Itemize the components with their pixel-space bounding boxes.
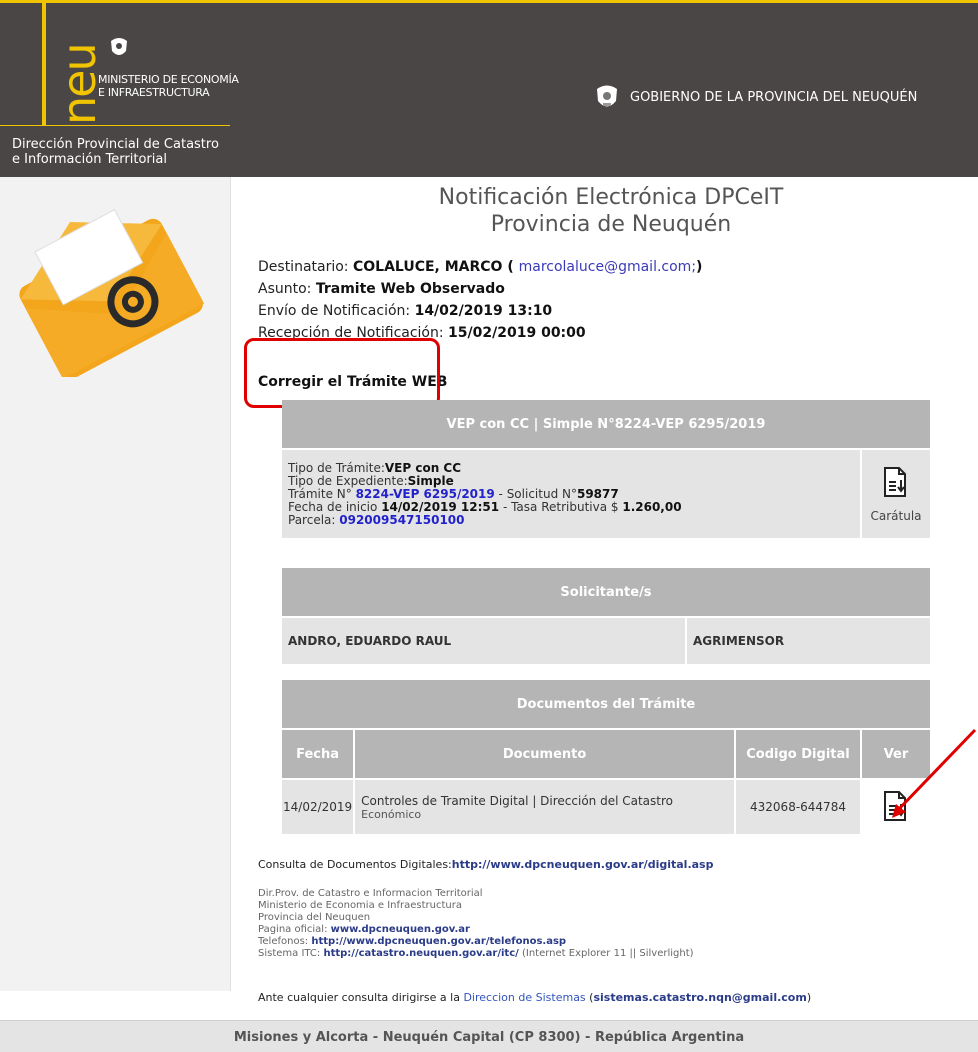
tel-link[interactable]: http://www.dpcneuquen.gov.ar/telefonos.a… xyxy=(311,936,566,947)
tasa-value: 1.260,00 xyxy=(622,499,682,514)
asunto-row: Asunto: Tramite Web Observado xyxy=(258,278,702,300)
dpc-line2: e Información Territorial xyxy=(12,152,167,167)
recepcion-value: 15/02/2019 00:00 xyxy=(448,325,586,341)
tramite-number-link[interactable]: 8224-VEP 6295/2019 xyxy=(356,487,495,501)
asunto-value: Tramite Web Observado xyxy=(315,281,505,297)
paren-close: ) xyxy=(696,259,703,275)
caratula-label: Carátula xyxy=(870,508,922,523)
fecha-label: Fecha de inicio xyxy=(288,499,382,514)
col-codigo: Codigo Digital xyxy=(736,730,860,778)
ministerio-line2: E INFRAESTRUCTURA xyxy=(98,86,210,99)
sistemas-email-link[interactable]: sistemas.catastro.nqn@gmail.com xyxy=(593,991,806,1004)
itc-label: Sistema ITC: xyxy=(258,948,324,959)
page-header: neu MINISTERIO DE ECONOMÍA E INFRAESTRUC… xyxy=(0,0,978,177)
parcela-label: Parcela: xyxy=(288,512,340,527)
ministerio-label: MINISTERIO DE ECONOMÍA E INFRAESTRUCTURA xyxy=(98,73,239,99)
destinatario-name: COLALUCE, MARCO xyxy=(352,259,503,275)
table-row: 14/02/2019 Controles de Tramite Digital … xyxy=(282,780,930,834)
solicitantes-table: Solicitante/s ANDRO, EDUARDO RAUL AGRIME… xyxy=(280,566,932,666)
tipo-exp-label: Tipo de Expediente: xyxy=(288,473,408,488)
caratula-button[interactable]: Carátula xyxy=(862,450,930,538)
ante-text: Ante cualquier consulta dirigirse a la xyxy=(258,991,464,1004)
page-title: Notificación Electrónica DPCeIT Provinci… xyxy=(246,184,976,238)
province-crest-icon xyxy=(111,38,127,55)
email-envelope-icon xyxy=(19,208,205,377)
dpc-label: Dirección Provincial de Catastro e Infor… xyxy=(12,137,219,167)
tasa-label: - Tasa Retributiva $ xyxy=(499,499,623,514)
footer-line3: Provincia del Neuquen xyxy=(258,912,371,923)
itc-note: (Internet Explorer 11 || Silverlight) xyxy=(518,948,694,959)
dpc-line1: Dirección Provincial de Catastro xyxy=(12,137,219,152)
consulta-link[interactable]: http://www.dpcneuquen.gov.ar/digital.asp xyxy=(452,858,714,871)
solicitantes-header: Solicitante/s xyxy=(282,568,930,616)
notification-meta: Destinatario: COLALUCE, MARCO ( marcolal… xyxy=(258,256,702,344)
tipo-tramite-label: Tipo de Trámite: xyxy=(288,460,385,475)
solicitud-value: 59877 xyxy=(576,486,619,501)
divider xyxy=(0,125,230,126)
pagina-label: Pagina oficial: xyxy=(258,924,331,935)
tramite-table: VEP con CC | Simple N°8224-VEP 6295/2019… xyxy=(280,398,932,540)
documentos-table: Documentos del Trámite Fecha Documento C… xyxy=(280,678,932,836)
doc-title: Controles de Tramite Digital | Dirección… xyxy=(361,793,674,808)
direccion-sistemas-link[interactable]: Direccion de Sistemas xyxy=(463,991,585,1004)
doc-ver-button[interactable] xyxy=(862,780,930,834)
gobierno-label: GOBIERNO DE LA PROVINCIA DEL NEUQUÉN xyxy=(594,83,917,111)
destinatario-row: Destinatario: COLALUCE, MARCO ( marcolal… xyxy=(258,256,702,278)
neu-logo: neu xyxy=(52,7,106,125)
destinatario-label: Destinatario: xyxy=(258,259,353,275)
document-download-icon[interactable] xyxy=(883,466,909,498)
footer-line2: Ministerio de Economia e Infraestructura xyxy=(258,900,462,911)
gobierno-text: GOBIERNO DE LA PROVINCIA DEL NEUQUÉN xyxy=(630,89,918,105)
footer-info: Dir.Prov. de Catastro e Informacion Terr… xyxy=(258,888,694,960)
itc-link[interactable]: http://catastro.neuquen.gov.ar/itc/ xyxy=(323,948,518,959)
footer-address: Misiones y Alcorta - Neuquén Capital (CP… xyxy=(233,1030,745,1045)
solicitud-label: - Solicitud N° xyxy=(494,486,577,501)
envio-row: Envío de Notificación: 14/02/2019 13:10 xyxy=(258,300,702,322)
consulta-row: Consulta de Documentos Digitales:http://… xyxy=(258,858,713,871)
tipo-exp-value: Simple xyxy=(407,473,454,488)
solicitante-name: ANDRO, EDUARDO RAUL xyxy=(282,618,685,664)
tel-label: Telefonos: xyxy=(258,936,312,947)
col-fecha: Fecha xyxy=(282,730,354,778)
tramite-info: Tipo de Trámite:VEP con CC Tipo de Exped… xyxy=(282,450,860,538)
documentos-header: Documentos del Trámite xyxy=(282,680,930,728)
fecha-value: 14/02/2019 12:51 xyxy=(381,499,500,514)
table-row: ANDRO, EDUARDO RAUL AGRIMENSOR xyxy=(282,618,930,664)
title-line1: Notificación Electrónica DPCeIT xyxy=(438,185,784,210)
envio-value: 14/02/2019 13:10 xyxy=(414,303,553,319)
col-ver: Ver xyxy=(862,730,930,778)
consulta-label: Consulta de Documentos Digitales: xyxy=(258,858,452,871)
pagina-link[interactable]: www.dpcneuquen.gov.ar xyxy=(331,924,470,935)
footer-line1: Dir.Prov. de Catastro e Informacion Terr… xyxy=(258,888,483,899)
tramite-header: VEP con CC | Simple N°8224-VEP 6295/2019 xyxy=(282,400,930,448)
tipo-tramite-value: VEP con CC xyxy=(384,460,462,475)
doc-fecha: 14/02/2019 xyxy=(282,780,354,834)
tramite-label: Trámite N° xyxy=(288,486,356,501)
doc-documento: Controles de Tramite Digital | Dirección… xyxy=(355,780,734,834)
col-documento: Documento xyxy=(355,730,734,778)
ante-close: ) xyxy=(806,991,812,1004)
solicitante-role: AGRIMENSOR xyxy=(687,618,930,664)
destinatario-email-link[interactable]: marcolaluce@gmail.com; xyxy=(519,259,696,275)
document-download-icon[interactable] xyxy=(883,790,909,822)
logo-bar xyxy=(42,3,46,125)
doc-codigo: 432068-644784 xyxy=(736,780,860,834)
title-line2: Provincia de Neuquén xyxy=(490,212,732,237)
doc-subtitle: Económico xyxy=(361,807,422,821)
gobierno-crest-icon xyxy=(597,85,617,107)
paren-open: ( xyxy=(502,259,519,275)
envio-label: Envío de Notificación: xyxy=(258,303,415,319)
parcela-link[interactable]: 092009547150100 xyxy=(339,513,464,527)
asunto-label: Asunto: xyxy=(258,281,316,297)
ante-row: Ante cualquier consulta dirigirse a la D… xyxy=(258,991,811,1004)
ministerio-line1: MINISTERIO DE ECONOMÍA xyxy=(98,73,239,86)
